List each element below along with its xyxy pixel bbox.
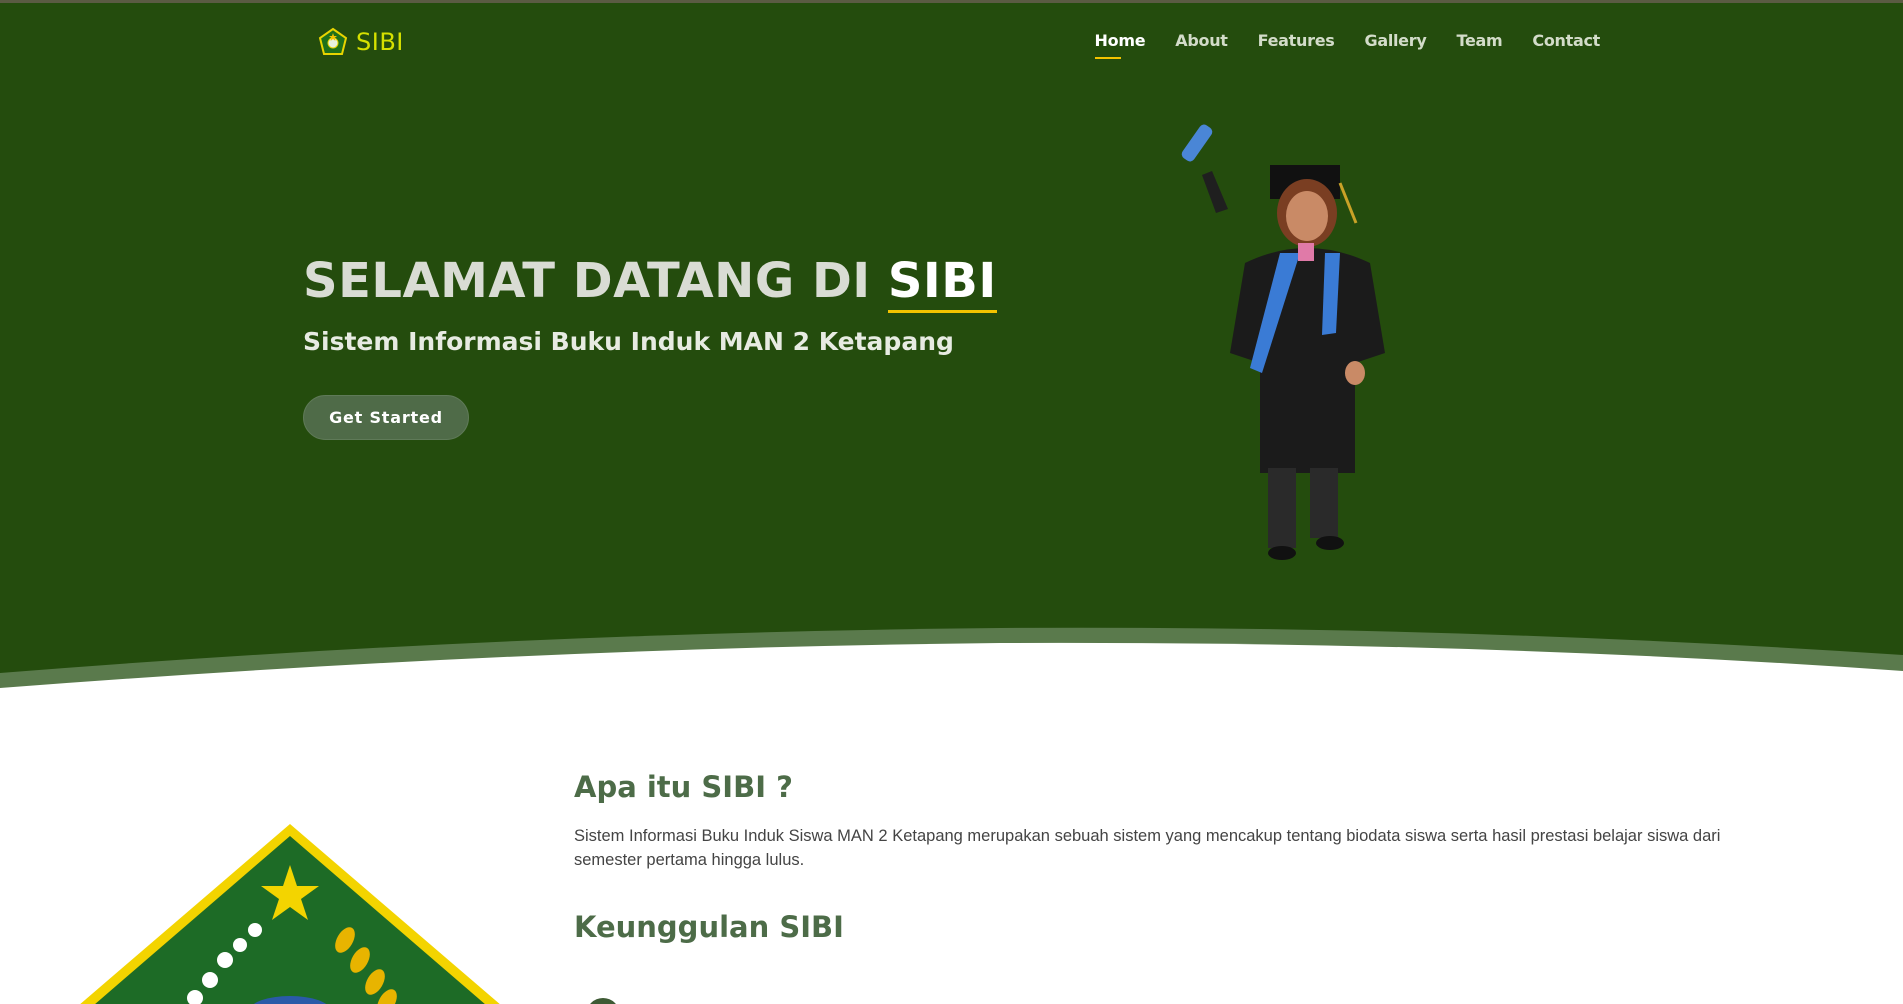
brand-name: SIBI (356, 28, 404, 56)
hero-wave-divider (0, 627, 1903, 688)
brand[interactable]: SIBI (318, 27, 404, 57)
graduate-student-illustration (1181, 124, 1385, 560)
navbar: SIBI Home About Features Gallery Team Co… (0, 3, 1903, 83)
nav-features[interactable]: Features (1258, 31, 1335, 50)
advantage-icon (586, 998, 620, 1004)
hero-title-accent: SIBI (887, 253, 997, 309)
nav-contact[interactable]: Contact (1532, 31, 1600, 50)
hero-subtitle: Sistem Informasi Buku Induk MAN 2 Ketapa… (303, 327, 954, 356)
kemenag-emblem-logo (45, 820, 535, 1004)
advantages-title: Keunggulan SIBI (574, 910, 844, 944)
madrasah-emblem-icon (318, 27, 348, 55)
nav-about[interactable]: About (1175, 31, 1228, 50)
nav-team[interactable]: Team (1456, 31, 1502, 50)
hero-section: SIBI Home About Features Gallery Team Co… (0, 3, 1903, 688)
hero-title-prefix: SELAMAT DATANG DI (303, 253, 888, 309)
about-title: Apa itu SIBI ? (574, 770, 793, 804)
about-description: Sistem Informasi Buku Induk Siswa MAN 2 … (574, 827, 1721, 869)
main-nav: Home About Features Gallery Team Contact (1094, 31, 1600, 59)
nav-gallery[interactable]: Gallery (1364, 31, 1426, 50)
hero-title: SELAMAT DATANG DI SIBI (303, 253, 997, 309)
get-started-button[interactable]: Get Started (303, 395, 469, 440)
about-section: Apa itu SIBI ? Sistem Informasi Buku Ind… (574, 770, 1754, 944)
nav-home[interactable]: Home (1094, 31, 1146, 59)
